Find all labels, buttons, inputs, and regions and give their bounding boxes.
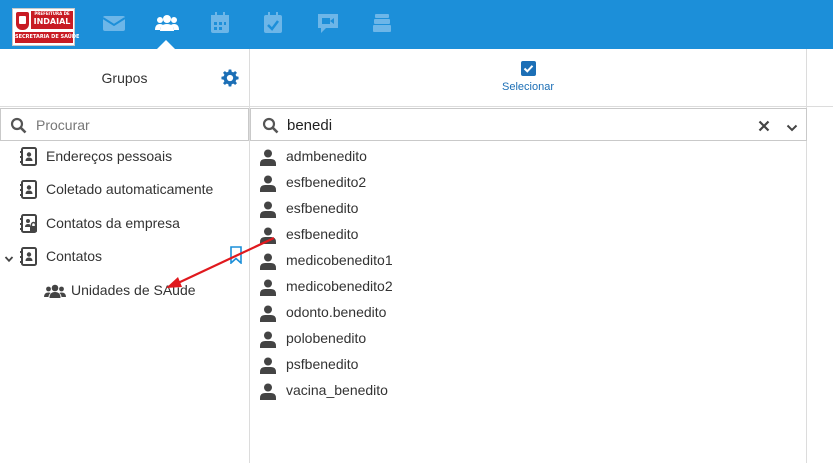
contact-row[interactable]: vacina_benedito <box>250 378 807 404</box>
tree-item-contatos[interactable]: Contatos <box>0 241 249 271</box>
person-icon <box>260 357 276 374</box>
contacts-search-input[interactable] <box>287 113 727 137</box>
logo-line2: INDAIAL <box>33 17 71 26</box>
groups-header: Grupos <box>0 49 249 107</box>
tree-item-contatos-da-empresa[interactable]: Contatos da empresa <box>0 208 249 238</box>
users-icon[interactable] <box>155 12 179 34</box>
person-icon <box>260 331 276 348</box>
contact-name: esfbenedito <box>286 200 359 216</box>
select-button[interactable]: Selecionar <box>490 59 566 99</box>
tree-item-label: Contatos da empresa <box>46 215 180 231</box>
contact-name: vacina_benedito <box>286 382 388 398</box>
chevron-down-icon[interactable] <box>786 120 798 132</box>
person-icon <box>260 305 276 322</box>
contact-row[interactable]: medicobenedito1 <box>250 248 807 274</box>
select-button-label: Selecionar <box>502 81 554 93</box>
group-icon <box>44 281 66 300</box>
groups-search-input[interactable] <box>36 113 236 137</box>
bookmark-icon[interactable] <box>229 246 243 265</box>
person-icon <box>260 201 276 218</box>
contact-row[interactable]: medicobenedito2 <box>250 274 807 300</box>
active-tab-indicator <box>157 40 175 49</box>
groups-search[interactable] <box>0 108 249 141</box>
person-icon <box>260 149 276 166</box>
person-icon <box>260 175 276 192</box>
contact-name: esfbenedito2 <box>286 174 367 190</box>
address-book-lock-icon <box>19 214 38 233</box>
tree-item-unidades-de-saude[interactable]: Unidades de SAude <box>0 275 249 305</box>
stack-icon[interactable] <box>370 12 394 34</box>
contact-name: odonto.benedito <box>286 304 387 320</box>
address-book-icon <box>19 247 38 266</box>
side-toolbar-stub <box>807 49 833 107</box>
contacts-panel: Selecionar admbenedito esfbenedito2 esfben… <box>250 49 807 463</box>
contact-name: polobenedito <box>286 330 367 346</box>
contact-row[interactable]: psfbenedito <box>250 352 807 378</box>
gear-icon[interactable] <box>221 69 239 87</box>
contact-row[interactable]: esfbenedito <box>250 196 807 222</box>
close-icon[interactable] <box>758 119 770 132</box>
tree-item-enderecos-pessoais[interactable]: Endereços pessoais <box>0 141 249 171</box>
contact-name: psfbenedito <box>286 356 359 372</box>
contact-row[interactable]: esfbenedito <box>250 222 807 248</box>
logo-crest <box>16 12 29 30</box>
address-book-icon <box>19 147 38 166</box>
contacts-search[interactable] <box>250 108 807 141</box>
contact-row[interactable]: esfbenedito2 <box>250 170 807 196</box>
contact-name: medicobenedito2 <box>286 278 393 294</box>
contact-name: esfbenedito <box>286 226 359 242</box>
calendar-check-icon[interactable] <box>261 12 285 34</box>
calendar-icon[interactable] <box>208 12 232 34</box>
contact-row[interactable]: polobenedito <box>250 326 807 352</box>
contacts-toolbar: Selecionar <box>250 49 807 107</box>
tree-item-label: Coletado automaticamente <box>46 181 214 197</box>
tree-item-label: Endereços pessoais <box>46 148 173 164</box>
search-icon <box>262 117 279 134</box>
person-icon <box>260 253 276 270</box>
tree-item-label: Contatos <box>46 248 103 264</box>
contact-name: medicobenedito1 <box>286 252 393 268</box>
contact-row[interactable]: odonto.benedito <box>250 300 807 326</box>
address-book-icon <box>19 180 38 199</box>
envelope-icon[interactable] <box>102 12 126 34</box>
contact-name: admbenedito <box>286 148 367 164</box>
chevron-down-icon[interactable] <box>4 251 14 263</box>
logo-title: PREFEITURA DE INDAIAL <box>31 11 73 29</box>
tree-item-coletado-automaticamente[interactable]: Coletado automaticamente <box>0 174 249 204</box>
tree-item-label: Unidades de SAude <box>71 282 196 298</box>
person-icon <box>260 383 276 400</box>
logo: PREFEITURA DE INDAIAL SECRETARIA DE SAÚD… <box>12 8 79 46</box>
checkbox-icon <box>520 61 536 76</box>
video-chat-icon[interactable] <box>316 12 340 34</box>
person-icon <box>260 279 276 296</box>
logo-subtitle: SECRETARIA DE SAÚDE <box>15 32 79 43</box>
top-navigation-bar: PREFEITURA DE INDAIAL SECRETARIA DE SAÚD… <box>0 0 833 49</box>
search-icon <box>10 117 27 134</box>
groups-panel: Grupos Endereços pessoais Coletado autom… <box>0 49 250 463</box>
contact-row[interactable]: admbenedito <box>250 144 807 170</box>
groups-title: Grupos <box>101 70 148 86</box>
person-icon <box>260 227 276 244</box>
